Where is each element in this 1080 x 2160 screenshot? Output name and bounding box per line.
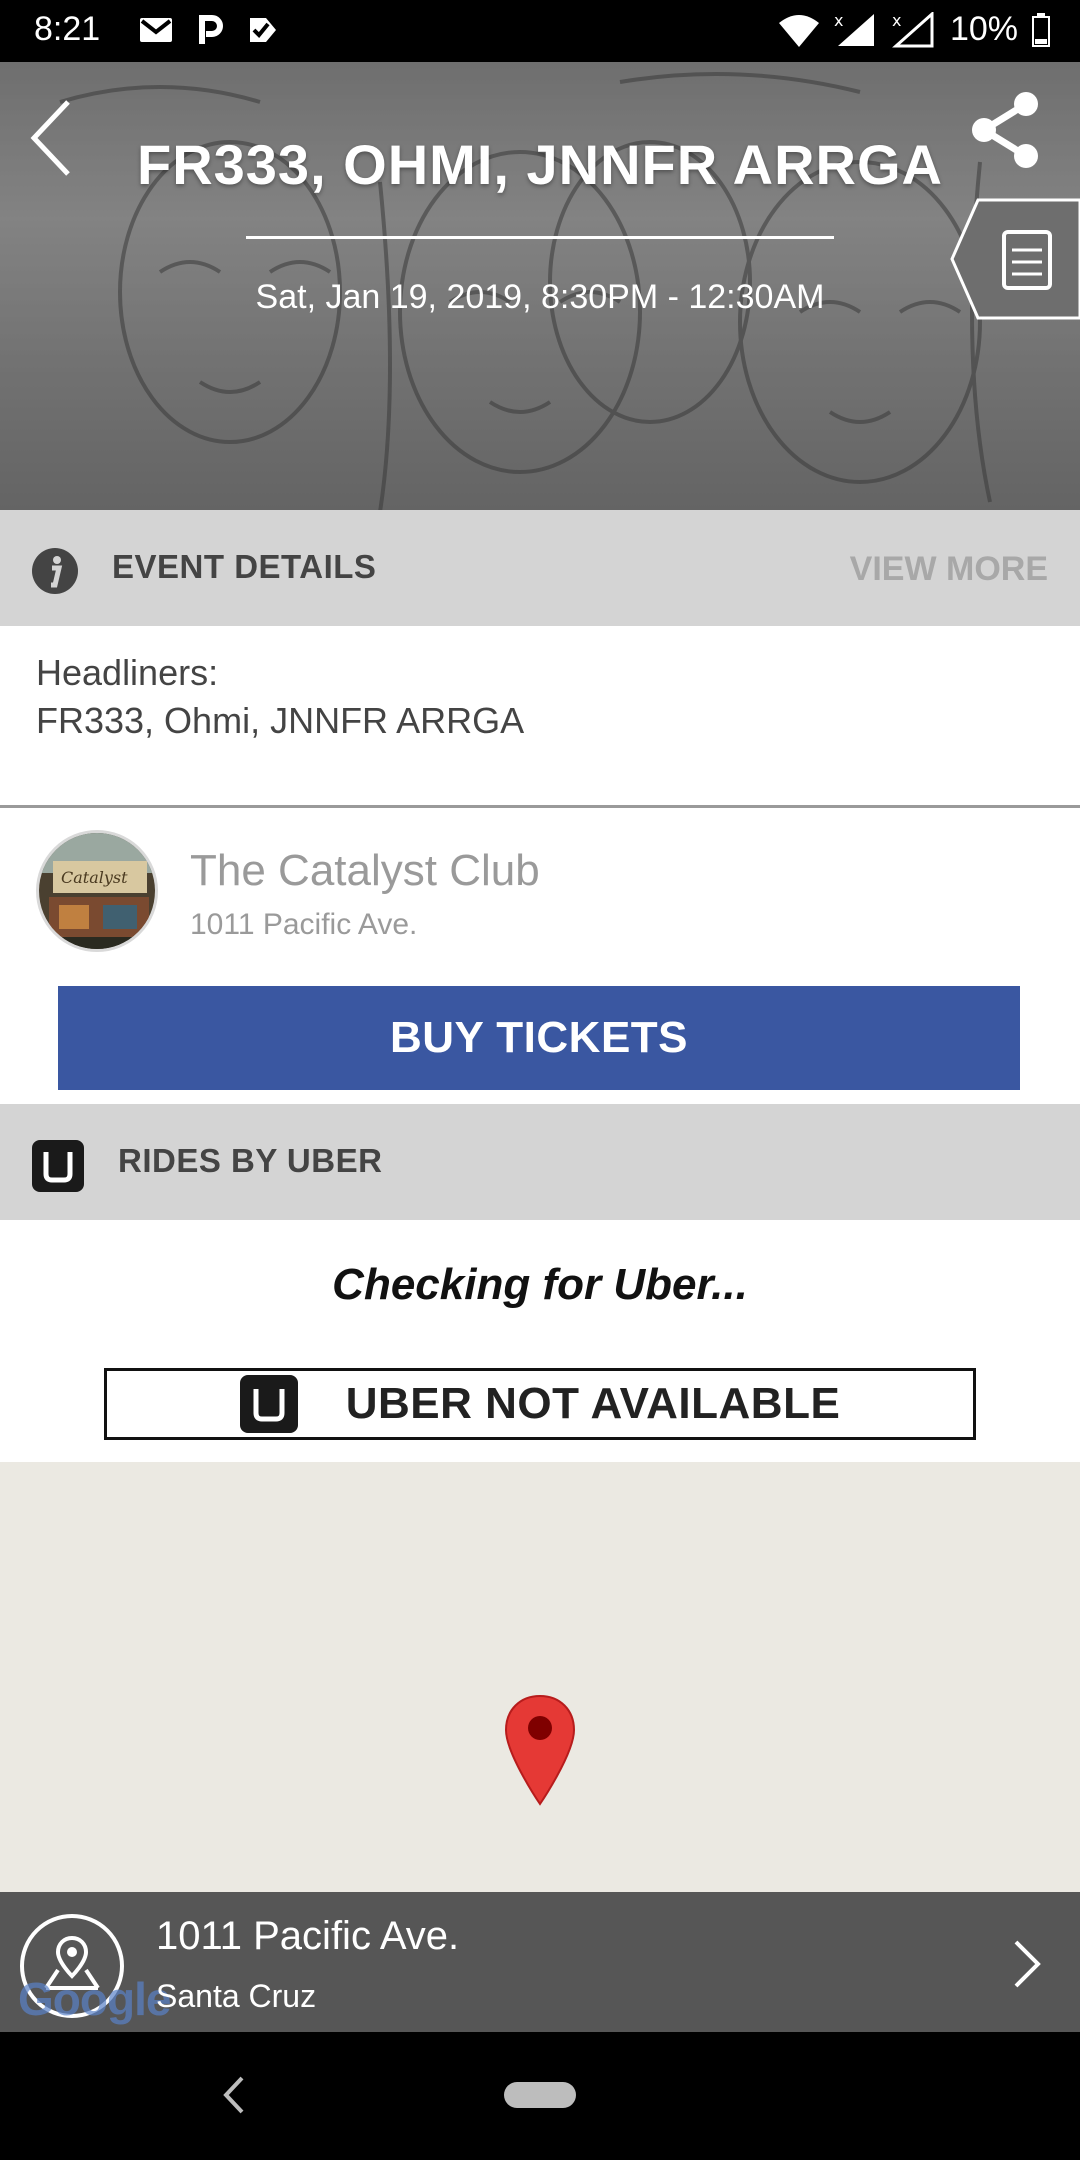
buy-tickets-button[interactable]: BUY TICKETS	[58, 986, 1020, 1090]
google-logo: Google	[18, 1973, 171, 2025]
svg-text:Catalyst: Catalyst	[61, 868, 128, 887]
signal-icon: x	[834, 12, 874, 46]
view-more-link[interactable]: VIEW MORE	[850, 550, 1048, 589]
map-address-street: 1011 Pacific Ave.	[156, 1914, 460, 1958]
uber-icon	[239, 1375, 298, 1433]
map-pin-icon[interactable]	[504, 1694, 576, 1806]
venue-map[interactable]	[0, 1462, 1080, 1892]
status-time: 8:21	[34, 10, 101, 48]
event-details-body: Headliners: FR333, Ohmi, JNNFR ARRGA	[0, 626, 1080, 808]
system-icons: x x 10%	[778, 10, 1050, 49]
gmail-icon	[140, 18, 172, 42]
uber-section: Checking for Uber... UBER NOT AVAILABLE	[0, 1220, 1080, 1462]
document-icon[interactable]	[950, 194, 1080, 324]
status-bar: 8:21 x x 10%	[0, 0, 1080, 62]
battery-icon	[1032, 12, 1050, 47]
event-details-header[interactable]: EVENT DETAILS VIEW MORE	[0, 510, 1080, 626]
headliners-value: FR333, Ohmi, JNNFR ARRGA	[36, 700, 525, 741]
battery-percent: 10%	[949, 10, 1018, 48]
venue-section: Catalyst The Catalyst Club 1011 Pacific …	[0, 808, 1080, 1104]
map-address-bar[interactable]: Google 1011 Pacific Ave. Santa Cruz	[0, 1892, 1080, 2032]
map-address-city: Santa Cruz	[156, 1978, 317, 2014]
event-hero: FR333, OHMI, JNNFR ARRGA Sat, Jan 19, 20…	[0, 62, 1080, 510]
uber-title: RIDES BY UBER	[118, 1142, 383, 1179]
event-title: FR333, OHMI, JNNFR ARRGA	[136, 133, 943, 196]
system-nav-bar	[0, 2032, 1080, 2160]
nav-back-icon[interactable]	[218, 2072, 248, 2118]
chevron-right-icon[interactable]	[1010, 1936, 1046, 1992]
info-icon	[32, 548, 78, 594]
venue-address: 1011 Pacific Ave.	[190, 908, 418, 941]
uber-status: Checking for Uber...	[332, 1260, 748, 1309]
parking-icon	[199, 15, 223, 44]
venue-name[interactable]: The Catalyst Club	[190, 846, 540, 896]
event-details-title: EVENT DETAILS	[112, 548, 377, 585]
venue-avatar[interactable]: Catalyst	[36, 830, 158, 952]
notification-icons	[138, 14, 280, 46]
event-date: Sat, Jan 19, 2019, 8:30PM - 12:30AM	[255, 278, 825, 316]
svg-text:x: x	[892, 12, 901, 30]
headliners-label: Headliners:	[36, 652, 219, 693]
uber-request-button[interactable]: UBER NOT AVAILABLE	[104, 1368, 976, 1440]
venue-photo: Catalyst	[39, 833, 155, 949]
uber-header: RIDES BY UBER	[0, 1104, 1080, 1220]
signal-empty-icon: x	[892, 11, 934, 47]
nav-home-button[interactable]	[504, 2082, 576, 2108]
svg-text:x: x	[834, 12, 843, 30]
share-icon[interactable]	[966, 90, 1046, 170]
uber-button-label: UBER NOT AVAILABLE	[345, 1379, 841, 1428]
wifi-icon	[778, 14, 819, 47]
title-divider	[246, 236, 834, 239]
uber-icon	[32, 1140, 84, 1192]
tasks-icon	[250, 18, 276, 42]
